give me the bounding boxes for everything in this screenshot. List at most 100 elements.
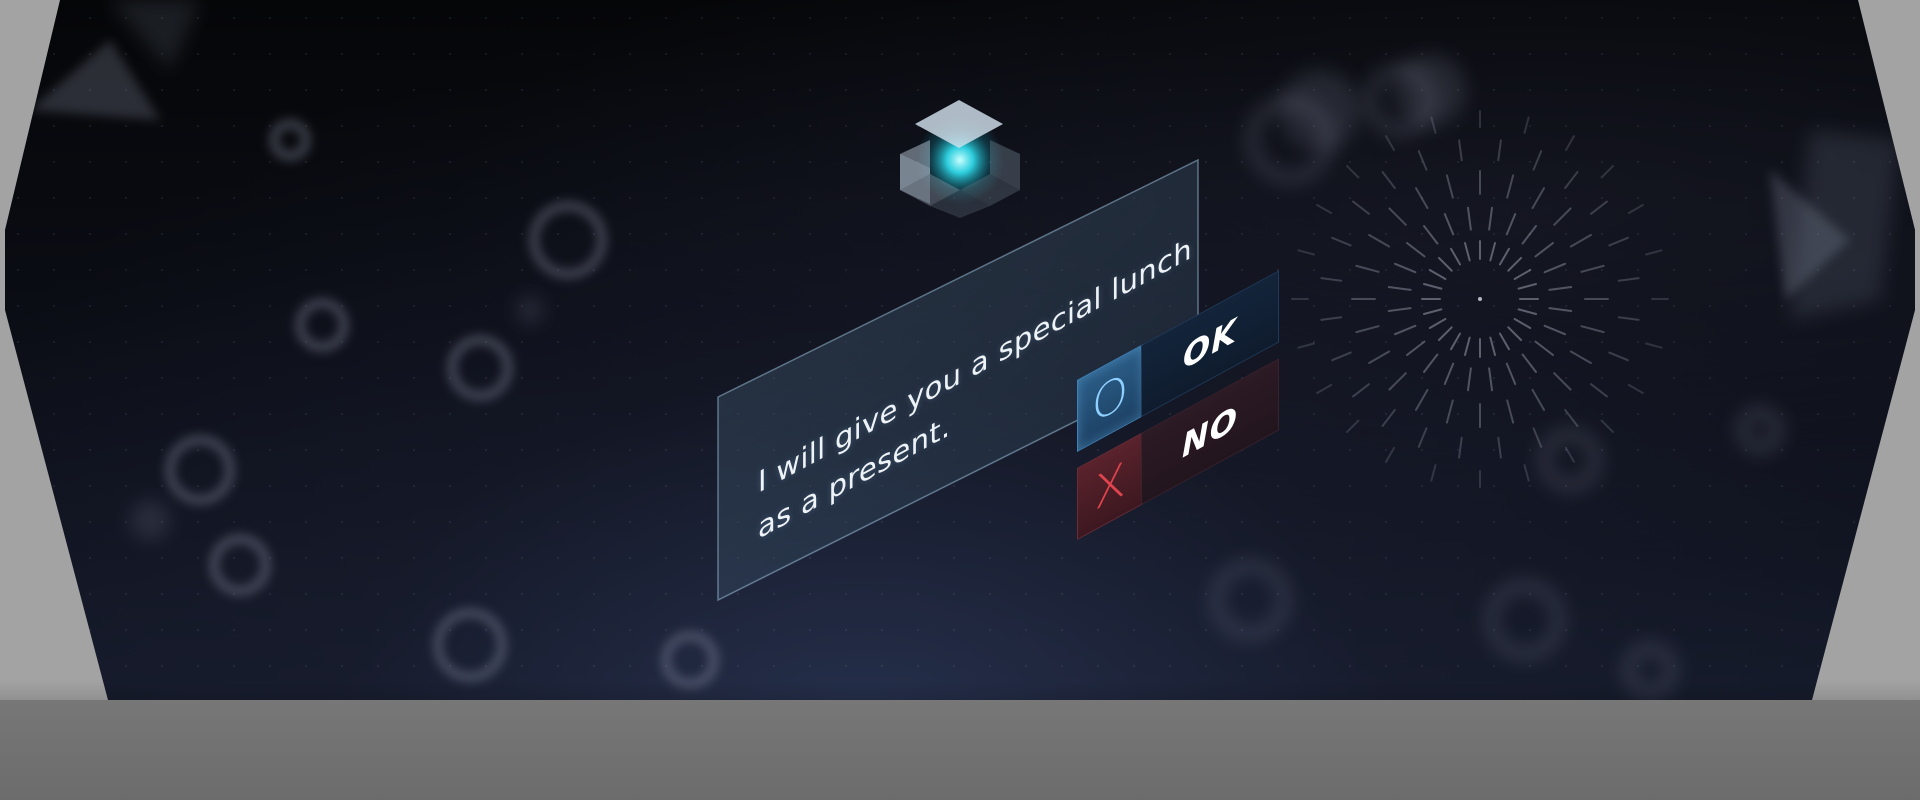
burst-ray: [1428, 318, 1447, 329]
burst-ray: [1437, 256, 1453, 272]
burst-ray: [1443, 213, 1455, 236]
burst-ray: [1488, 367, 1494, 392]
burst-ray: [1430, 464, 1437, 482]
burst-ray: [1506, 399, 1515, 424]
game-screen: I will give you a special lunch as a pre…: [0, 0, 1920, 800]
burst-ray: [1553, 372, 1572, 391]
burst-ray: [1497, 436, 1502, 459]
burst-ray: [1320, 277, 1343, 282]
burst-ray: [1517, 308, 1538, 316]
burst-ray: [1458, 139, 1463, 162]
burst-ray: [1608, 351, 1629, 362]
burst-ray: [1415, 187, 1429, 210]
burst-ray: [1388, 372, 1407, 391]
burst-ray: [1450, 332, 1461, 351]
burst-ray: [1565, 446, 1575, 463]
burst-ray: [1463, 336, 1471, 357]
burst-ray: [1521, 353, 1538, 373]
burst-ray: [1352, 383, 1370, 398]
burst-ray: [1507, 256, 1523, 272]
burst-ray: [1534, 340, 1554, 357]
burst-ray: [1489, 241, 1497, 262]
burst-ray: [1422, 353, 1439, 373]
burst-ray: [1627, 384, 1644, 394]
burst-ray: [1394, 262, 1417, 274]
burst-ray: [1600, 419, 1614, 433]
burst-ray: [1548, 307, 1573, 313]
burst-ray: [1368, 234, 1391, 248]
burst-ray: [1445, 399, 1454, 424]
burst-ray: [1590, 200, 1608, 215]
burst-ray: [1499, 332, 1510, 351]
burst-ray: [1387, 307, 1412, 313]
burst-ray: [1463, 241, 1471, 262]
burst-ray: [1422, 282, 1443, 290]
burst-ray: [1523, 464, 1530, 482]
burst-ray: [1608, 236, 1629, 247]
floor-shadow: [0, 680, 1920, 702]
burst-ray: [1565, 135, 1575, 152]
burst-ray: [1385, 446, 1395, 463]
burst-ray: [1543, 262, 1566, 274]
burst-ray: [1458, 436, 1463, 459]
burst-ray: [1600, 165, 1614, 179]
burst-ray: [1627, 204, 1644, 214]
burst-ray: [1505, 213, 1517, 236]
burst-ray: [1569, 350, 1592, 364]
burst-ray: [1346, 165, 1360, 179]
burst-ray: [1488, 206, 1494, 231]
burst-ray: [1422, 308, 1443, 316]
burst-ray: [1489, 336, 1497, 357]
burst-ray: [1580, 264, 1605, 273]
burst-ray: [1590, 383, 1608, 398]
burst-ray: [1450, 247, 1461, 266]
burst-ray: [1513, 269, 1532, 280]
burst-ray: [1381, 171, 1396, 189]
burst-ray: [1443, 362, 1455, 385]
burst-ray: [1385, 135, 1395, 152]
burst-ray: [1331, 236, 1352, 247]
burst-ray: [1320, 316, 1343, 321]
burst-ray: [1415, 388, 1429, 411]
burst-ray: [1316, 384, 1333, 394]
burst-ray: [1645, 342, 1663, 349]
burst-ray: [1543, 324, 1566, 336]
burst-ray: [1346, 419, 1360, 433]
burst-ray: [1569, 234, 1592, 248]
burst-ray: [1466, 367, 1472, 392]
burst-ray: [1617, 316, 1640, 321]
burst-ray: [1564, 171, 1579, 189]
burst-ray: [1355, 325, 1380, 334]
burst-ray: [1406, 241, 1426, 258]
burst-ray: [1406, 340, 1426, 357]
floor-bar: [0, 700, 1920, 800]
burst-ray: [1497, 139, 1502, 162]
burst-ray: [1428, 269, 1447, 280]
burst-ray: [1548, 285, 1573, 291]
burst-ray: [1499, 247, 1510, 266]
burst-ray: [1387, 285, 1412, 291]
burst-ray: [1388, 207, 1407, 226]
burst-ray: [1517, 282, 1538, 290]
burst-ray: [1531, 187, 1545, 210]
burst-ray: [1532, 427, 1543, 448]
burst-ray: [1505, 362, 1517, 385]
burst-ray: [1352, 200, 1370, 215]
burst-ray: [1506, 174, 1515, 199]
burst-ray: [1297, 249, 1315, 256]
burst-ray: [1513, 318, 1532, 329]
burst-ray: [1466, 206, 1472, 231]
burst-ray: [1521, 225, 1538, 245]
burst-ray: [1580, 325, 1605, 334]
burst-ray: [1531, 388, 1545, 411]
burst-ray: [1355, 264, 1380, 273]
burst-ray: [1368, 350, 1391, 364]
burst-ray: [1645, 249, 1663, 256]
burst-ray: [1532, 150, 1543, 171]
burst-ray: [1417, 150, 1428, 171]
burst-ray: [1316, 204, 1333, 214]
burst-ray: [1422, 225, 1439, 245]
burst-ray: [1534, 241, 1554, 258]
burst-ray: [1445, 174, 1454, 199]
burst-ray: [1394, 324, 1417, 336]
